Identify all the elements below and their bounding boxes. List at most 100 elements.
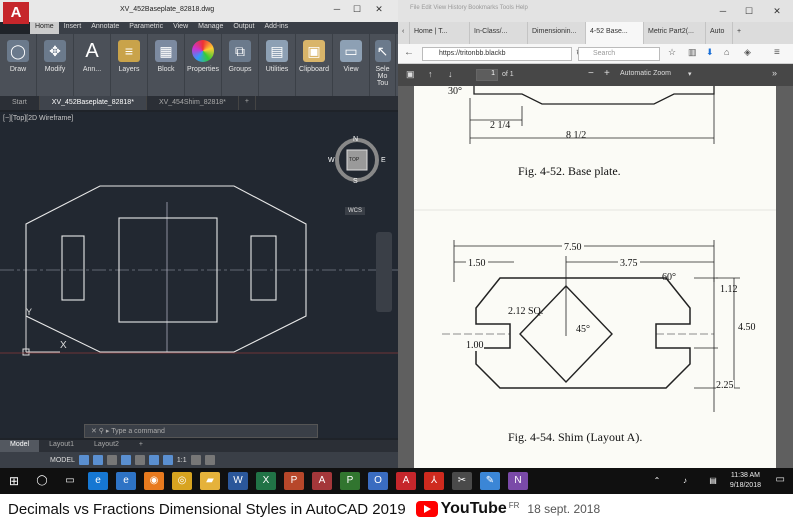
zoom-dropdown-icon[interactable]: ▾ [688, 70, 692, 78]
back-icon[interactable]: ← [404, 47, 414, 58]
outlook-icon[interactable]: O [368, 472, 388, 490]
tools-chevron-icon[interactable]: » [772, 68, 777, 78]
notifications-icon[interactable]: ▭ [776, 474, 785, 485]
system-tray-icon[interactable]: ⌃ [647, 472, 667, 490]
file-tab-baseplate[interactable]: XV_452Baseplate_82818* [39, 96, 147, 110]
acrobat-icon[interactable]: ⅄ [424, 472, 444, 490]
customize-icon[interactable] [204, 455, 215, 465]
snap-icon[interactable] [92, 455, 103, 465]
tab-scroll-left-icon[interactable]: ‹ [398, 22, 410, 44]
page-number-input[interactable]: 1 [476, 69, 498, 81]
minimize-icon[interactable]: ─ [330, 4, 344, 16]
taskbar-clock[interactable]: 11:38 AM 9/18/2018 [730, 471, 761, 491]
word-icon[interactable]: W [228, 472, 248, 490]
ie-icon[interactable]: e [116, 472, 136, 490]
osnap-icon[interactable] [134, 455, 145, 465]
polar-icon[interactable] [120, 455, 131, 465]
zoom-select[interactable]: Automatic Zoom [620, 70, 671, 77]
excel-icon[interactable]: X [256, 472, 276, 490]
viewcube-top[interactable]: TOP [349, 157, 359, 163]
download-icon[interactable]: ⬇ [706, 47, 714, 58]
browser-maximize-icon[interactable]: ☐ [742, 6, 756, 18]
tab-layout2[interactable]: Layout2 [84, 440, 129, 452]
publisher-icon[interactable]: P [340, 472, 360, 490]
browser-tab-metric[interactable]: Metric Part2(... [644, 22, 706, 44]
sidebar-toggle-icon[interactable]: ▣ [406, 69, 415, 80]
ribbon-tab-home[interactable]: Home [30, 22, 59, 34]
browser-tab-dimensioning[interactable]: Dimensionin... [528, 22, 586, 44]
browser-close-icon[interactable]: ✕ [770, 6, 784, 18]
snipping-icon[interactable]: ✂ [452, 472, 472, 490]
ribbon-tab-manage[interactable]: Manage [193, 22, 228, 34]
otrack-icon[interactable] [148, 455, 159, 465]
ribbon-draw[interactable]: ◯ Draw [0, 34, 37, 96]
new-browser-tab-icon[interactable]: + [733, 22, 749, 44]
firefox-icon[interactable]: ◉ [144, 472, 164, 490]
cortana-icon[interactable]: ◯ [32, 472, 52, 490]
ribbon-tab-insert[interactable]: Insert [59, 22, 87, 34]
drawing-viewport[interactable]: [−][Top][2D Wireframe] X Y N S E W TOP W… [0, 112, 398, 438]
powerpoint-icon[interactable]: P [284, 472, 304, 490]
browser-tab-baseplate[interactable]: 4-52 Base... [586, 22, 644, 44]
ribbon-view[interactable]: ▭ View [333, 34, 370, 96]
ribbon-clipboard[interactable]: ▣ Clipboard [296, 34, 333, 96]
wcs-menu[interactable]: WCS [345, 207, 365, 215]
zoom-in-icon[interactable]: + [604, 68, 610, 79]
status-model[interactable]: MODEL [50, 457, 75, 464]
ribbon-tab-addins[interactable]: Add-ins [259, 22, 293, 34]
workspace-gear-icon[interactable] [190, 455, 201, 465]
ribbon-tab-parametric[interactable]: Parametric [124, 22, 168, 34]
grid-icon[interactable] [78, 455, 89, 465]
explorer-icon[interactable]: ▰ [200, 472, 220, 490]
browser-tab-home[interactable]: Home | T... [410, 22, 470, 44]
autocad-taskbar-icon[interactable]: A [396, 472, 416, 490]
autocad-logo-icon[interactable]: A [3, 2, 29, 24]
new-tab-icon[interactable]: + [239, 96, 256, 110]
add-layout-icon[interactable]: + [129, 440, 153, 452]
volume-icon[interactable]: ♪ [675, 472, 695, 490]
edge-icon[interactable]: e [88, 472, 108, 490]
navigation-bar[interactable] [376, 232, 392, 312]
ribbon-groups[interactable]: ⧉ Groups [222, 34, 259, 96]
ortho-icon[interactable] [106, 455, 117, 465]
home-icon[interactable]: ⌂ [724, 47, 729, 57]
annotation-scale[interactable]: 1:1 [177, 457, 187, 464]
annotation-icon[interactable] [162, 455, 173, 465]
ribbon-properties[interactable]: Properties [185, 34, 222, 96]
prev-page-icon[interactable]: ↑ [428, 69, 433, 79]
tab-model[interactable]: Model [0, 440, 40, 452]
pocket-icon[interactable]: ◈ [744, 47, 751, 58]
viewcube-s[interactable]: S [353, 178, 358, 185]
browser-tab-inclass[interactable]: In-Class/... [470, 22, 528, 44]
chrome-icon[interactable]: ◎ [172, 472, 192, 490]
windows-start-icon[interactable]: ⊞ [4, 472, 24, 490]
command-line[interactable]: ✕ ⚲ ▸ Type a command [84, 424, 318, 438]
viewcube-w[interactable]: W [328, 157, 335, 164]
menu-icon[interactable]: ≡ [774, 47, 780, 58]
ribbon-select-mode[interactable]: ↖ Sele Mo Tou [370, 34, 396, 96]
ribbon-tab-annotate[interactable]: Annotate [86, 22, 124, 34]
file-tab-shim[interactable]: XV_454Shim_82818* [147, 96, 239, 110]
network-icon[interactable]: ▤ [703, 472, 723, 490]
bookmark-star-icon[interactable]: ☆ [668, 47, 676, 58]
ribbon-tab-view[interactable]: View [168, 22, 193, 34]
tab-layout1[interactable]: Layout1 [39, 440, 84, 452]
url-bar[interactable]: https://tritonbb.blackb [422, 47, 572, 61]
browser-tab-auto[interactable]: Auto [706, 22, 733, 44]
file-tab-start[interactable]: Start [0, 96, 40, 110]
notes-icon[interactable]: ✎ [480, 472, 500, 490]
video-title[interactable]: Decimals vs Fractions Dimensional Styles… [8, 501, 406, 518]
browser-search-input[interactable]: Search [578, 47, 660, 61]
task-view-icon[interactable]: ▭ [60, 472, 80, 490]
pdf-viewer[interactable]: 30° 2 1/4 8 1/2 Fig. 4-52. Base plate. 7… [398, 86, 793, 468]
onenote-icon[interactable]: N [508, 472, 528, 490]
viewcube-e[interactable]: E [381, 157, 386, 164]
next-page-icon[interactable]: ↓ [448, 69, 453, 79]
reading-list-icon[interactable]: ▥ [688, 47, 697, 58]
ribbon-tab-output[interactable]: Output [228, 22, 259, 34]
ribbon-modify[interactable]: ✥ Modify [37, 34, 74, 96]
access-icon[interactable]: A [312, 472, 332, 490]
browser-minimize-icon[interactable]: ─ [716, 6, 730, 18]
maximize-icon[interactable]: ☐ [350, 4, 364, 16]
browser-menu-bar[interactable]: File Edit View History Bookmarks Tools H… [398, 0, 793, 22]
